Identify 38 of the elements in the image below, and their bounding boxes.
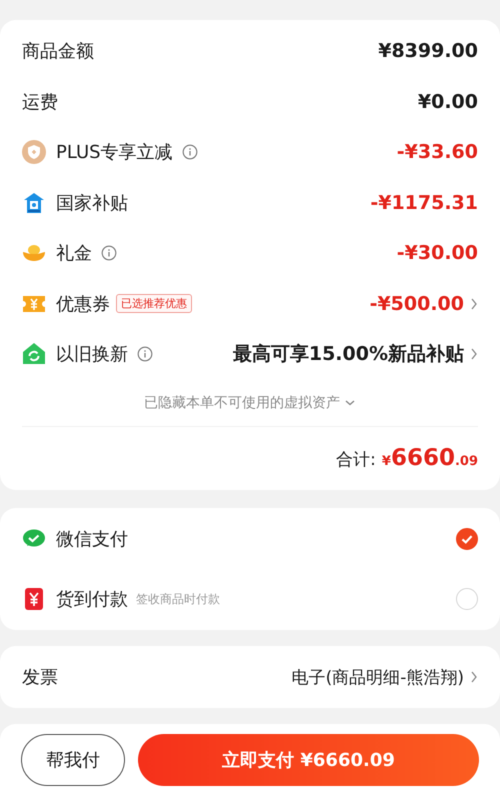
chevron-right-icon[interactable] bbox=[470, 347, 478, 362]
yuan-icon bbox=[22, 587, 46, 611]
fee-label: 商品金额 bbox=[22, 40, 94, 64]
recommended-tag: 已选推荐优惠 bbox=[116, 294, 192, 314]
invoice-value: 电子(商品明细-熊浩翔) bbox=[292, 666, 464, 688]
chevron-down-icon[interactable] bbox=[344, 398, 356, 406]
invoice-label: 发票 bbox=[22, 666, 58, 689]
recycle-house-icon bbox=[22, 342, 46, 366]
payment-method-label: 微信支付 bbox=[56, 528, 128, 551]
fee-amount: -¥33.60 bbox=[396, 141, 478, 164]
hidden-assets-link[interactable]: 已隐藏本单不可使用的虚拟资产 bbox=[144, 394, 340, 412]
fee-label: 以旧换新 bbox=[56, 343, 128, 366]
pay-now-button[interactable]: 立即支付 ¥6660.09 bbox=[138, 734, 479, 786]
total-label: 合计: bbox=[336, 448, 376, 470]
chevron-right-icon[interactable] bbox=[470, 296, 478, 311]
payment-method-label: 货到付款 bbox=[56, 588, 128, 611]
fee-amount: -¥30.00 bbox=[396, 242, 478, 264]
help-me-pay-button[interactable]: 帮我付 bbox=[21, 734, 125, 786]
fee-amount: -¥1175.31 bbox=[370, 192, 478, 214]
fee-label: 国家补贴 bbox=[56, 192, 128, 215]
fee-label: 优惠券 bbox=[56, 292, 110, 316]
info-icon[interactable] bbox=[137, 346, 153, 362]
invoice-card[interactable]: 发票 电子(商品明细-熊浩翔) bbox=[0, 646, 500, 708]
fee-amount: ¥0.00 bbox=[418, 90, 478, 113]
house-icon bbox=[22, 190, 46, 215]
fee-label: 运费 bbox=[22, 90, 58, 114]
payment-hint: 签收商品时付款 bbox=[136, 590, 220, 608]
fee-amount: ¥8399.00 bbox=[378, 40, 478, 62]
chevron-right-icon[interactable] bbox=[470, 670, 478, 684]
fee-amount: -¥500.00 bbox=[370, 292, 464, 315]
radio-button[interactable] bbox=[456, 528, 478, 550]
fee-label: 礼金 bbox=[56, 242, 92, 266]
total-amount: ¥6660.09 bbox=[382, 444, 478, 470]
fee-amount: 最高可享15.00%新品补贴 bbox=[232, 342, 464, 368]
info-icon[interactable] bbox=[101, 245, 117, 262]
info-icon[interactable] bbox=[182, 144, 198, 160]
shield-icon bbox=[22, 140, 46, 164]
fee-label: PLUS专享立减 bbox=[56, 141, 173, 164]
